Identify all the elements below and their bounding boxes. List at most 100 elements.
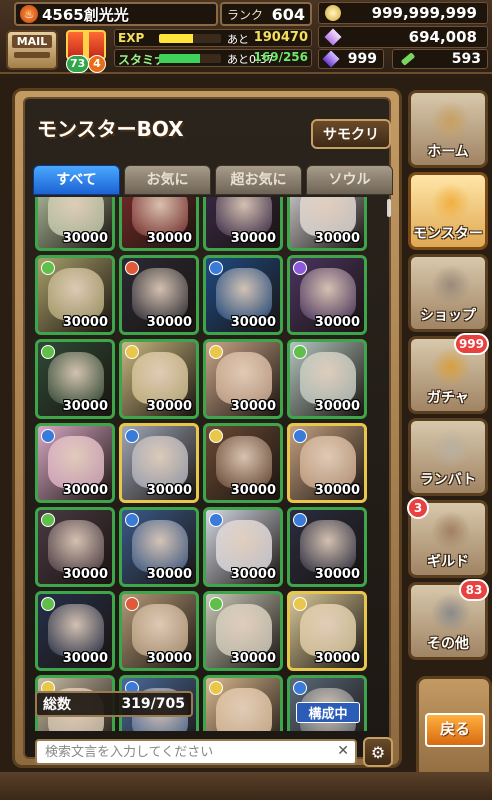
monster-card[interactable]: 30000 xyxy=(35,591,115,671)
stamina-fill xyxy=(159,54,200,63)
element-icon xyxy=(125,597,139,611)
tab-2[interactable]: 超お気に xyxy=(215,165,302,195)
monster-value: 30000 xyxy=(146,483,192,498)
element-icon xyxy=(293,261,307,275)
scrollbar[interactable] xyxy=(387,199,391,217)
monster-card[interactable]: 30000 xyxy=(203,197,283,251)
monster-value: 30000 xyxy=(146,315,192,330)
monster-portrait xyxy=(132,268,188,320)
monster-card[interactable]: 30000 xyxy=(119,255,199,335)
monster-card[interactable]: 30000 xyxy=(119,423,199,503)
item-counter: 593 xyxy=(392,49,488,69)
element-icon xyxy=(209,429,223,443)
monster-card[interactable]: 30000 xyxy=(287,339,367,419)
search-settings-button[interactable]: ⚙ xyxy=(363,737,393,767)
nav-guild[interactable]: ギルド 3 xyxy=(407,497,488,578)
player-name-box[interactable]: ♨ 4565創光光 xyxy=(14,2,218,26)
monster-card[interactable]: 30000 xyxy=(119,339,199,419)
mail-button[interactable]: MAIL xyxy=(6,30,58,70)
gem-icon xyxy=(324,28,342,46)
exp-track xyxy=(159,34,221,43)
monster-card[interactable]: 30000 xyxy=(203,507,283,587)
element-icon xyxy=(125,429,139,443)
monster-card[interactable]: 30000 xyxy=(287,507,367,587)
monster-card[interactable]: 30000 xyxy=(119,591,199,671)
tab-3[interactable]: ソウル xyxy=(306,165,393,195)
monster-card[interactable]: 30000 xyxy=(203,423,283,503)
nav-monster[interactable]: モンスター xyxy=(408,172,488,250)
monster-portrait xyxy=(48,436,104,488)
monster-card[interactable]: 30000 xyxy=(35,197,115,251)
status-badge: 構成中 xyxy=(296,702,360,723)
monster-card[interactable]: 30000 xyxy=(35,255,115,335)
element-icon xyxy=(209,261,223,275)
nav-shop[interactable]: ショップ xyxy=(408,254,488,332)
monster-portrait xyxy=(48,604,104,656)
monster-value: 30000 xyxy=(146,567,192,582)
tab-1[interactable]: お気に xyxy=(124,165,211,195)
monster-portrait xyxy=(132,604,188,656)
monster-card[interactable]: 30000 xyxy=(287,591,367,671)
monster-card[interactable] xyxy=(203,675,283,731)
monster-portrait xyxy=(132,520,188,572)
rank-box: ランク 604 xyxy=(220,2,312,26)
coin-icon xyxy=(325,5,341,21)
back-label: 戻る xyxy=(425,713,485,747)
guild-icon xyxy=(431,511,471,551)
notification-badge: 83 xyxy=(459,579,489,601)
flame-icon: ♨ xyxy=(20,5,38,23)
monster-value: 30000 xyxy=(146,231,192,246)
back-button[interactable]: 戻る xyxy=(416,676,492,786)
monster-portrait xyxy=(48,268,104,320)
monster-value: 30000 xyxy=(62,651,108,666)
monster-portrait xyxy=(300,520,356,572)
monster-card[interactable]: 30000 xyxy=(35,423,115,503)
monster-card[interactable]: 構成中 xyxy=(287,675,367,731)
exp-ato: あと xyxy=(227,33,249,46)
monster-card[interactable]: 30000 xyxy=(203,255,283,335)
element-icon xyxy=(41,261,55,275)
monster-card[interactable]: 30000 xyxy=(35,339,115,419)
bottom-strip xyxy=(0,772,492,800)
exp-bar: EXP あと 190470 xyxy=(114,29,312,47)
monster-card[interactable]: 30000 xyxy=(119,197,199,251)
element-icon xyxy=(209,597,223,611)
sort-button[interactable]: サモクリ xyxy=(311,119,391,149)
monster-portrait xyxy=(216,352,272,404)
element-icon xyxy=(209,681,223,695)
monster-card[interactable]: 30000 xyxy=(287,255,367,335)
gift-alert-badge: 4 xyxy=(88,55,106,73)
monster-portrait xyxy=(300,436,356,488)
monster-card[interactable]: 30000 xyxy=(287,423,367,503)
monster-card[interactable]: 30000 xyxy=(35,507,115,587)
monster-card[interactable]: 30000 xyxy=(203,591,283,671)
monster-value: 30000 xyxy=(230,399,276,414)
close-icon[interactable]: ✕ xyxy=(337,743,349,759)
nav-versus[interactable]: ランバト xyxy=(408,418,488,496)
nav-label: ギルド xyxy=(427,554,469,570)
monster-value: 30000 xyxy=(230,231,276,246)
versus-icon xyxy=(431,429,471,469)
nav-home[interactable]: ホーム xyxy=(408,90,488,168)
gift-count-badge: 73 xyxy=(66,55,90,73)
item-value: 593 xyxy=(451,51,481,67)
monster-value: 30000 xyxy=(62,567,108,582)
monster-value: 30000 xyxy=(230,483,276,498)
nav-gacha[interactable]: ガチャ 999 xyxy=(408,333,489,414)
monster-value: 30000 xyxy=(230,315,276,330)
search-input[interactable] xyxy=(37,741,329,764)
monster-card[interactable]: 30000 xyxy=(287,197,367,251)
monster-grid-viewport[interactable]: 30000 30000 30000 30000 30000 30000 30000 30000… xyxy=(35,197,383,731)
monster-value: 30000 xyxy=(230,567,276,582)
monster-portrait xyxy=(132,352,188,404)
nav-label: ガチャ xyxy=(427,390,469,406)
monster-icon xyxy=(431,183,471,223)
coin-value: 999,999,999 xyxy=(371,4,477,22)
status-bar: ♨ 4565創光光 ランク 604 MAIL 73 4 EXP あと 19047… xyxy=(0,0,492,74)
monster-card[interactable]: 30000 xyxy=(203,339,283,419)
monster-card[interactable]: 30000 xyxy=(119,507,199,587)
nav-gear[interactable]: その他 83 xyxy=(408,579,489,660)
monster-portrait xyxy=(300,268,356,320)
tab-0[interactable]: すべて xyxy=(33,165,120,195)
stamina-track xyxy=(159,54,221,63)
